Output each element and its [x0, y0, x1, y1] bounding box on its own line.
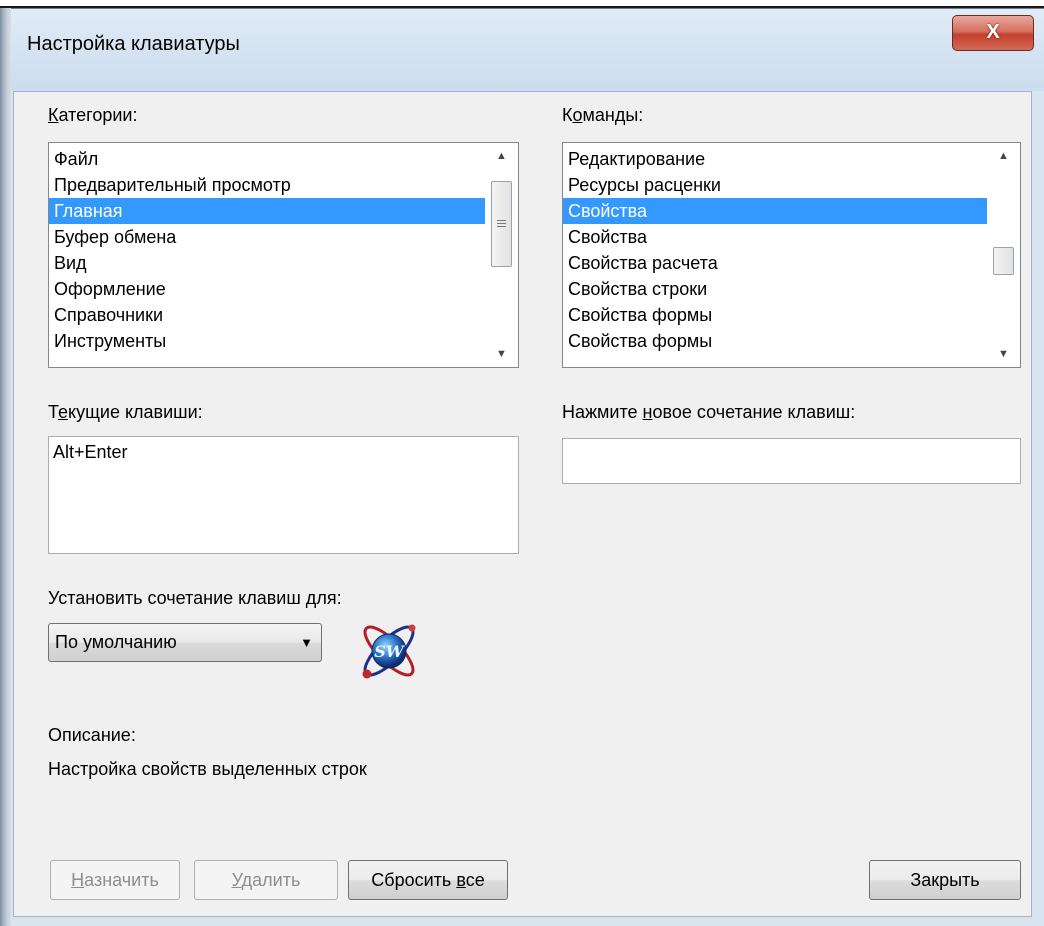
- current-keys-label-mnemonic: е: [57, 402, 68, 422]
- delete-mnemonic: У: [231, 870, 242, 890]
- categories-label-mnemonic: К: [48, 105, 59, 125]
- categories-label: Категории:: [48, 105, 137, 126]
- sw-atom-logo-icon: SW: [362, 624, 416, 679]
- commands-label-mnemonic: о: [572, 105, 583, 125]
- window-title: Настройка клавиатуры: [27, 33, 240, 55]
- assign-label-rest: азначить: [84, 870, 159, 890]
- close-button-label: Закрыть: [910, 870, 980, 890]
- commands-list: Редактирование Ресурсы расценки Свойства Св…: [563, 143, 1020, 354]
- current-keys-label-rest: кущие клавиши:: [68, 402, 203, 422]
- scroll-down-icon[interactable]: ▼: [987, 341, 1020, 367]
- dropdown-arrow-icon[interactable]: ▼: [300, 624, 313, 661]
- delete-label-rest: далить: [241, 870, 301, 890]
- new-shortcut-label: Нажмите новое сочетание клавиш:: [562, 402, 855, 423]
- commands-scrollbar[interactable]: ▲ ▼: [987, 143, 1020, 367]
- list-item[interactable]: Вид: [49, 250, 518, 276]
- new-shortcut-label-mnemonic: н: [642, 402, 653, 422]
- new-shortcut-label-start: Нажмите: [562, 402, 643, 422]
- commands-scroll-thumb[interactable]: [993, 247, 1014, 275]
- grip-line: [497, 220, 506, 221]
- categories-scroll-thumb[interactable]: [491, 181, 512, 267]
- list-item[interactable]: Свойства: [563, 198, 1020, 224]
- close-button[interactable]: Закрыть: [869, 860, 1021, 900]
- categories-label-rest: атегории:: [58, 105, 138, 125]
- reset-all-label-rest: се: [465, 870, 485, 890]
- assign-button[interactable]: Назначить: [50, 860, 180, 900]
- categories-scrollbar[interactable]: ▲ ▼: [485, 143, 518, 367]
- close-icon: X: [986, 21, 1000, 43]
- set-for-dropdown[interactable]: По умолчанию ▼: [48, 623, 322, 662]
- list-item[interactable]: Свойства: [563, 224, 1020, 250]
- set-for-label: Установить сочетание клавиш для:: [48, 588, 342, 609]
- commands-label-rest: манды:: [582, 105, 644, 125]
- list-item[interactable]: Ресурсы расценки: [563, 172, 1020, 198]
- reset-all-label-start: Сбросить: [371, 870, 457, 890]
- close-window-button[interactable]: X: [952, 15, 1034, 51]
- list-item[interactable]: Свойства формы: [563, 302, 1020, 328]
- list-item[interactable]: Свойства расчета: [563, 250, 1020, 276]
- current-key-item[interactable]: Alt+Enter: [53, 442, 128, 462]
- current-keys-label-start: Т: [48, 402, 58, 422]
- list-item[interactable]: Буфер обмена: [49, 224, 518, 250]
- scroll-up-icon[interactable]: ▲: [987, 143, 1020, 169]
- grip-line: [497, 223, 506, 224]
- list-item[interactable]: Главная: [49, 198, 518, 224]
- assign-mnemonic: Н: [71, 870, 85, 890]
- description-text: Настройка свойств выделенных строк: [48, 759, 367, 779]
- list-item[interactable]: Свойства строки: [563, 276, 1020, 302]
- list-item[interactable]: Инструменты: [49, 328, 518, 354]
- list-item[interactable]: Файл: [49, 146, 518, 172]
- categories-listbox[interactable]: Файл Предварительный просмотр Главная Буфер…: [48, 142, 519, 368]
- svg-text:SW: SW: [374, 642, 406, 661]
- list-item[interactable]: Справочники: [49, 302, 518, 328]
- categories-list: Файл Предварительный просмотр Главная Буфер…: [49, 143, 518, 354]
- grip-line: [497, 226, 506, 227]
- keyboard-settings-dialog: Настройка клавиатуры X Категории: Файл Пр…: [11, 8, 1044, 926]
- background-window-edge: [0, 8, 11, 926]
- reset-all-button[interactable]: Сбросить все: [348, 860, 508, 900]
- commands-listbox[interactable]: Редактирование Ресурсы расценки Свойства Св…: [562, 142, 1021, 368]
- current-keys-listbox[interactable]: Alt+Enter: [48, 436, 519, 554]
- commands-label: Команды:: [562, 105, 643, 126]
- list-item[interactable]: Оформление: [49, 276, 518, 302]
- current-keys-label: Текущие клавиши:: [48, 402, 203, 423]
- set-for-label-start: Установить сочетание клавиш: [48, 588, 306, 608]
- set-for-label-mnemonic: д: [305, 588, 317, 608]
- new-shortcut-input[interactable]: [562, 438, 1021, 484]
- commands-label-start: К: [562, 105, 573, 125]
- scroll-up-icon[interactable]: ▲: [485, 143, 518, 169]
- description-label: Описание:: [48, 725, 136, 745]
- list-item[interactable]: Редактирование: [563, 146, 1020, 172]
- new-shortcut-label-rest: овое сочетание клавиш:: [652, 402, 856, 422]
- delete-button[interactable]: Удалить: [194, 860, 338, 900]
- scroll-down-icon[interactable]: ▼: [485, 341, 518, 367]
- reset-all-mnemonic: в: [456, 870, 466, 890]
- set-for-label-rest: ля:: [316, 588, 342, 608]
- title-bar[interactable]: Настройка клавиатуры X: [11, 9, 1044, 91]
- list-item[interactable]: Свойства формы: [563, 328, 1020, 354]
- dialog-client-area: Категории: Файл Предварительный просмотр Г…: [13, 91, 1032, 917]
- set-for-selected-value: По умолчанию: [55, 632, 177, 652]
- list-item[interactable]: Предварительный просмотр: [49, 172, 518, 198]
